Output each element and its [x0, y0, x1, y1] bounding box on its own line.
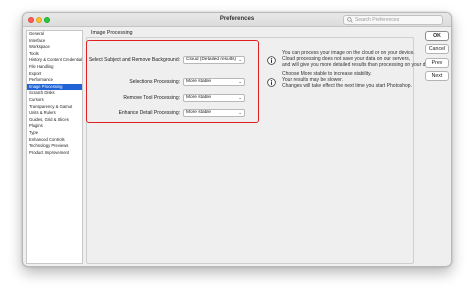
cloud-info-line: and will give you more detailed results … — [282, 61, 439, 68]
search-icon — [347, 17, 353, 23]
select-subject-dropdown[interactable]: Cloud (Detailed results) ⌄ — [183, 56, 245, 64]
remove-tool-row: Remove Tool Processing: More stable ⌄ — [86, 94, 259, 102]
sidebar-item-enhanced-controls[interactable]: Enhanced Controls — [27, 137, 82, 144]
selections-processing-dropdown[interactable]: More stable ⌄ — [183, 78, 245, 86]
cancel-button[interactable]: Cancel — [425, 44, 449, 54]
image-processing-panel: Image Processing Select Subject and Remo… — [86, 30, 438, 264]
sidebar-item-export[interactable]: Export — [27, 71, 82, 78]
sidebar-item-units[interactable]: Units & Rulers — [27, 110, 82, 117]
search-input[interactable] — [355, 17, 440, 23]
enhance-detail-dropdown[interactable]: More stable ⌄ — [183, 109, 245, 117]
select-subject-value: Cloud (Detailed results) — [186, 57, 237, 62]
selections-processing-value: More stable — [186, 79, 212, 84]
sidebar-item-transparency[interactable]: Transparency & Gamut — [27, 104, 82, 111]
sidebar-item-file-handling[interactable]: File Handling — [27, 64, 82, 71]
search-box[interactable] — [343, 15, 443, 25]
sidebar-item-technology-previews[interactable]: Technology Previews — [27, 143, 82, 150]
next-button[interactable]: Next — [425, 71, 449, 81]
chevron-down-icon: ⌄ — [238, 79, 242, 84]
sidebar-item-guides[interactable]: Guides, Grid & Slices — [27, 117, 82, 124]
enhance-detail-label: Enhance Detail Processing: — [118, 110, 180, 117]
cloud-info-text: You can process your image on the cloud … — [282, 50, 439, 68]
title-bar: Preferences — [23, 13, 451, 27]
enhance-detail-row: Enhance Detail Processing: More stable ⌄ — [86, 109, 259, 117]
select-subject-label: Select Subject and Remove Background: — [88, 57, 180, 64]
group-title: Image Processing — [90, 30, 134, 36]
selections-processing-label: Selections Processing: — [129, 79, 180, 86]
sidebar-item-interface[interactable]: Interface — [27, 38, 82, 45]
sidebar-item-product-improvement[interactable]: Product Improvement — [27, 150, 82, 157]
sidebar-item-workspace[interactable]: Workspace — [27, 44, 82, 51]
sidebar-item-performance[interactable]: Performance — [27, 77, 82, 84]
info-circle-icon[interactable] — [267, 55, 276, 65]
ok-button[interactable]: OK — [425, 31, 449, 41]
sidebar-item-type[interactable]: Type — [27, 130, 82, 137]
sidebar-item-scratch-disks[interactable]: Scratch Disks — [27, 90, 82, 97]
preferences-window: Preferences General Interface Workspace … — [22, 12, 452, 267]
sidebar-item-general[interactable]: General — [27, 31, 82, 38]
sidebar-item-history[interactable]: History & Content Credentials — [27, 57, 82, 64]
select-subject-row: Select Subject and Remove Background: Cl… — [86, 56, 259, 64]
chevron-down-icon: ⌄ — [238, 57, 242, 62]
selections-processing-row: Selections Processing: More stable ⌄ — [86, 78, 259, 86]
enhance-detail-value: More stable — [186, 110, 212, 115]
chevron-down-icon: ⌄ — [238, 95, 242, 100]
sidebar-item-plugins[interactable]: Plugins — [27, 123, 82, 130]
preferences-sidebar: General Interface Workspace Tools Histor… — [26, 30, 83, 264]
remove-tool-value: More stable — [186, 95, 212, 100]
sidebar-item-cursors[interactable]: Cursors — [27, 97, 82, 104]
stability-info-line: Changes will take effect the next time y… — [282, 82, 412, 89]
remove-tool-dropdown[interactable]: More stable ⌄ — [183, 94, 245, 102]
stability-info-text: Choose More stable to increase stability… — [282, 71, 412, 89]
remove-tool-label: Remove Tool Processing: — [123, 95, 180, 102]
sidebar-item-tools[interactable]: Tools — [27, 51, 82, 58]
info-circle-icon[interactable] — [267, 78, 276, 87]
prev-button[interactable]: Prev — [425, 58, 449, 68]
chevron-down-icon: ⌄ — [238, 110, 242, 115]
sidebar-item-image-processing[interactable]: Image Processing — [27, 83, 82, 91]
